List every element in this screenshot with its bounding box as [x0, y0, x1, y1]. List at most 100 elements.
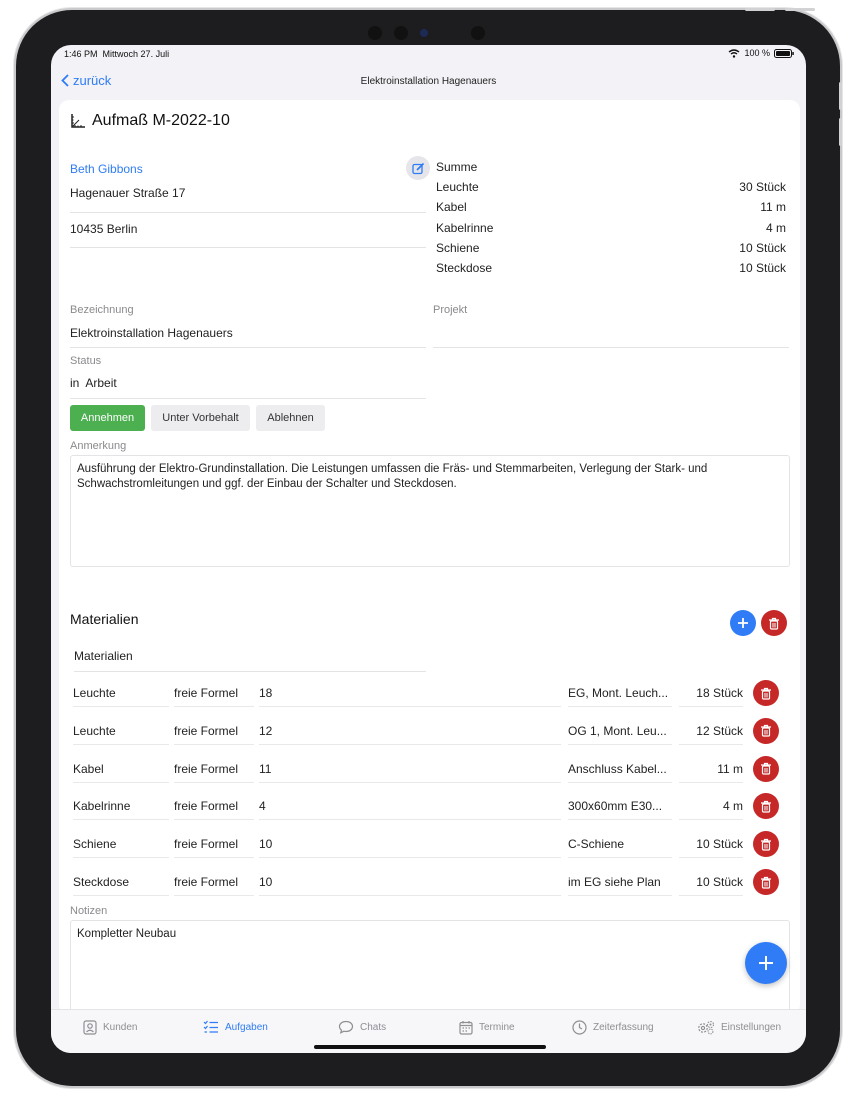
material-input-cell[interactable]: 4: [259, 793, 561, 821]
summary-row: Steckdose 10 Stück: [436, 261, 786, 275]
gears-icon: [698, 1020, 715, 1035]
status-date: Mittwoch 27. Juli: [102, 49, 170, 59]
floating-add-button[interactable]: [745, 942, 787, 984]
tab-aufgaben[interactable]: Aufgaben: [203, 1020, 268, 1034]
status-time: 1:46 PM: [64, 49, 98, 59]
edit-icon: [411, 162, 424, 174]
material-note-cell[interactable]: OG 1, Mont. Leu...: [568, 718, 672, 745]
trash-icon: [769, 617, 779, 630]
ruler-icon: [71, 114, 85, 128]
page-title: Aufmaß M-2022-10: [92, 112, 230, 129]
camera-icon: [420, 29, 428, 37]
side-button: [839, 118, 842, 146]
material-name-cell: Steckdose: [73, 869, 169, 896]
reject-button[interactable]: Ablehnen: [256, 405, 325, 431]
material-name-cell: Leuchte: [73, 680, 169, 707]
designation-label: Bezeichnung: [70, 304, 134, 316]
material-note-cell[interactable]: EG, Mont. Leuch...: [568, 680, 672, 707]
trash-icon: [761, 800, 771, 813]
material-input-cell[interactable]: 10: [259, 831, 561, 859]
tab-chats[interactable]: Chats: [338, 1020, 386, 1034]
material-input-cell[interactable]: 10: [259, 869, 561, 896]
status-bar: 1:46 PM Mittwoch 27. Juli 100 %: [51, 45, 806, 67]
trash-icon: [761, 838, 771, 851]
material-qty-cell: 4 m: [679, 793, 743, 821]
nav-title: Elektroinstallation Hagenauers: [360, 76, 497, 87]
material-note-cell[interactable]: im EG siehe Plan: [568, 869, 672, 896]
tab-zeiterfassung[interactable]: Zeiterfassung: [572, 1020, 654, 1035]
home-indicator: [314, 1045, 546, 1049]
remark-textarea[interactable]: Ausführung der Elektro-Grundinstallation…: [70, 455, 790, 567]
customer-city: 10435 Berlin: [70, 222, 426, 248]
tab-kunden[interactable]: Kunden: [83, 1020, 137, 1035]
delete-material-button[interactable]: [753, 717, 779, 744]
trash-icon: [761, 725, 771, 737]
chat-icon: [338, 1020, 354, 1034]
trash-icon: [761, 762, 771, 775]
delete-material-button[interactable]: [753, 755, 779, 782]
accept-button[interactable]: Annehmen: [70, 405, 145, 431]
designation-field[interactable]: Elektroinstallation Hagenauers: [70, 326, 426, 348]
notes-textarea[interactable]: Kompletter Neubau: [70, 920, 790, 1015]
sensor-icon: [394, 26, 408, 40]
materials-list-label: Materialien: [74, 649, 426, 672]
summary-title: Summe: [436, 160, 478, 174]
reserve-button[interactable]: Unter Vorbehalt: [151, 405, 250, 431]
battery-icon: [774, 48, 794, 58]
side-button: [839, 82, 842, 110]
material-note-cell[interactable]: C-Schiene: [568, 831, 672, 859]
customer-name-link[interactable]: Beth Gibbons: [70, 162, 143, 176]
tab-einstellungen[interactable]: Einstellungen: [697, 1020, 781, 1035]
customer-street: Hagenauer Straße 17: [70, 186, 426, 213]
plus-icon: [759, 956, 773, 970]
material-name-cell: Kabelrinne: [73, 793, 169, 821]
material-formula-cell: freie Formel: [174, 831, 254, 859]
battery-percent: 100 %: [744, 48, 770, 58]
notes-label: Notizen: [70, 905, 108, 917]
material-qty-cell: 12 Stück: [679, 718, 743, 745]
material-note-cell[interactable]: Anschluss Kabel...: [568, 756, 672, 783]
project-label: Projekt: [433, 304, 468, 316]
app-screen: 1:46 PM Mittwoch 27. Juli 100 % zurück E…: [51, 45, 806, 1053]
person-icon: [83, 1020, 97, 1035]
edit-customer-button[interactable]: [406, 156, 430, 180]
material-name-cell: Leuchte: [73, 718, 169, 745]
material-formula-cell: freie Formel: [174, 718, 254, 745]
add-material-button[interactable]: [730, 610, 756, 636]
trash-icon: [761, 687, 771, 700]
material-input-cell[interactable]: 11: [259, 756, 561, 783]
status-field[interactable]: in Arbeit: [70, 376, 426, 399]
navigation-bar: zurück Elektroinstallation Hagenauers: [51, 67, 806, 99]
material-qty-cell: 18 Stück: [679, 680, 743, 707]
remark-label: Anmerkung: [70, 440, 127, 452]
material-qty-cell: 10 Stück: [679, 869, 743, 896]
delete-all-materials-button[interactable]: [761, 610, 787, 636]
calendar-icon: [459, 1021, 473, 1035]
delete-material-button[interactable]: [753, 793, 779, 820]
sensor-icon: [368, 26, 382, 40]
material-input-cell[interactable]: 12: [259, 718, 561, 745]
delete-material-button[interactable]: [753, 680, 779, 706]
delete-material-button[interactable]: [753, 869, 779, 895]
material-note-cell[interactable]: 300x60mm E30...: [568, 793, 672, 821]
material-name-cell: Schiene: [73, 831, 169, 859]
material-name-cell: Kabel: [73, 756, 169, 783]
material-formula-cell: freie Formel: [174, 869, 254, 896]
tab-termine[interactable]: Termine: [459, 1020, 515, 1035]
wifi-icon: [729, 48, 740, 58]
delete-material-button[interactable]: [753, 831, 779, 858]
material-formula-cell: freie Formel: [174, 793, 254, 821]
list-icon: [203, 1020, 218, 1033]
clock-icon: [572, 1020, 587, 1035]
material-qty-cell: 11 m: [679, 756, 743, 783]
trash-icon: [761, 876, 771, 889]
project-field[interactable]: [433, 326, 789, 348]
summary-row: Leuchte 30 Stück: [436, 180, 786, 194]
status-label: Status: [70, 355, 102, 367]
measurement-card: Aufmaß M-2022-10 Beth Gibbons Hagenauer …: [59, 100, 800, 1015]
summary-row: Kabelrinne 4 m: [436, 221, 786, 235]
material-input-cell[interactable]: 18: [259, 680, 561, 707]
plus-icon: [738, 618, 748, 628]
material-formula-cell: freie Formel: [174, 680, 254, 707]
page-title-row: Aufmaß M-2022-10: [70, 112, 230, 130]
